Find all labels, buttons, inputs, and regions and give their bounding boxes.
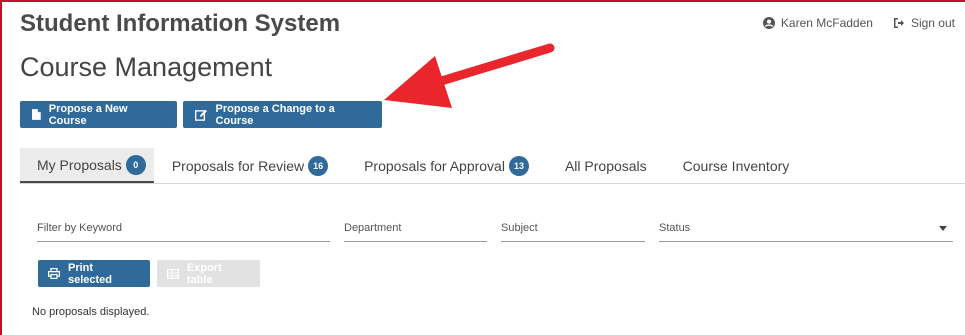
app-title: Student Information System <box>20 10 341 37</box>
proposal-tabs: My Proposals 0 Proposals for Review 16 P… <box>20 148 965 184</box>
caret-down-icon <box>939 225 947 231</box>
edit-icon <box>195 109 207 121</box>
count-badge: 0 <box>125 154 146 175</box>
document-icon <box>32 109 41 120</box>
sign-out-icon <box>893 18 904 28</box>
count-badge: 13 <box>508 155 529 176</box>
propose-change-button[interactable]: Propose a Change to a Course <box>183 101 382 128</box>
print-selected-button[interactable]: Print selected <box>38 260 150 287</box>
printer-icon <box>48 268 60 279</box>
tab-label: All Proposals <box>564 157 647 174</box>
propose-new-course-button[interactable]: Propose a New Course <box>20 101 177 128</box>
page-title: Course Management <box>20 52 273 82</box>
sign-out-link[interactable]: Sign out <box>893 16 955 30</box>
export-table-label: Export table <box>186 261 222 286</box>
export-table-button[interactable]: Export table <box>157 260 260 287</box>
annotation-arrow <box>384 43 555 108</box>
department-placeholder: Department <box>344 222 402 234</box>
keyword-placeholder: Filter by Keyword <box>37 222 122 234</box>
user-menu[interactable]: Karen McFadden <box>762 16 873 30</box>
subject-filter-input[interactable]: Subject <box>501 215 645 242</box>
department-filter-input[interactable]: Department <box>344 215 487 242</box>
count-badge: 16 <box>308 155 329 176</box>
tab-proposals-for-approval[interactable]: Proposals for Approval 13 <box>346 148 547 183</box>
print-selected-label: Print selected <box>67 261 113 286</box>
empty-results-message: No proposals displayed. <box>32 306 150 318</box>
tab-my-proposals[interactable]: My Proposals 0 <box>20 148 154 183</box>
propose-change-label: Propose a Change to a Course <box>215 102 335 127</box>
propose-new-course-label: Propose a New Course <box>48 102 128 127</box>
status-filter-select[interactable]: Status <box>659 215 953 242</box>
tab-proposals-for-review[interactable]: Proposals for Review 16 <box>154 148 346 183</box>
table-icon <box>167 268 179 279</box>
tab-all-proposals[interactable]: All Proposals <box>547 148 665 183</box>
user-circle-icon <box>762 17 775 29</box>
user-name: Karen McFadden <box>780 16 873 30</box>
keyword-filter-input[interactable]: Filter by Keyword <box>37 215 330 242</box>
tab-label: My Proposals <box>37 156 122 173</box>
sign-out-label: Sign out <box>910 16 955 30</box>
user-area: Karen McFadden Sign out <box>743 16 955 30</box>
status-placeholder: Status <box>659 222 691 234</box>
tab-course-inventory[interactable]: Course Inventory <box>665 148 808 183</box>
tab-label: Proposals for Approval <box>364 157 505 174</box>
tab-label: Course Inventory <box>682 157 790 174</box>
subject-placeholder: Subject <box>501 222 538 234</box>
tab-label: Proposals for Review <box>171 157 305 174</box>
